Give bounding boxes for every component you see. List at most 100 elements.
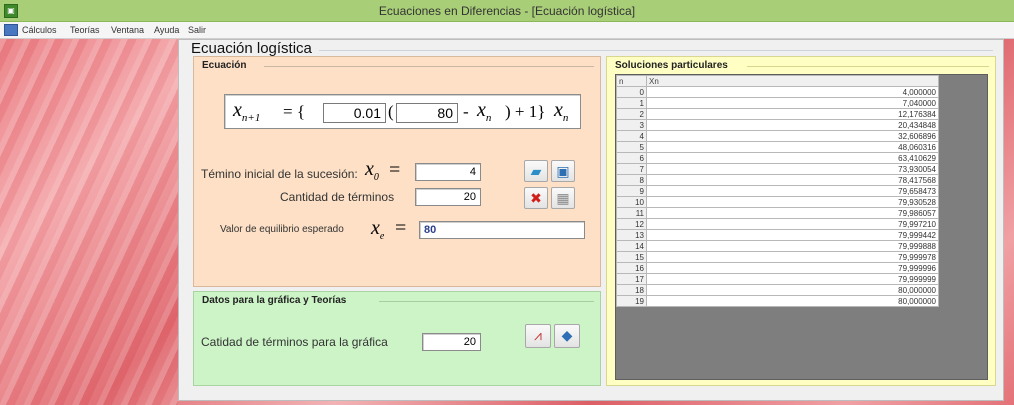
rate-input[interactable]: 0.01 [323,103,386,123]
table-row[interactable]: 0 4,000000 [616,86,939,98]
cell-n: 5 [616,141,647,153]
cell-xn: 20,434848 [646,119,939,131]
cell-n: 6 [616,152,647,164]
chart-icon[interactable]: ⩘ [525,324,551,348]
cell-n: 8 [616,174,647,186]
equation-minus: - [463,102,469,121]
cell-xn: 48,060316 [646,141,939,153]
menu-salir[interactable]: Salir [188,25,206,35]
table-row[interactable]: 13 79,999442 [616,229,939,241]
group-divider [264,66,594,67]
equilibrium-symbol: xe [371,217,385,242]
cell-xn: 7,040000 [646,97,939,109]
save-icon[interactable]: ▣ [551,160,575,182]
desktop-background [0,39,178,405]
cell-n: 18 [616,284,647,296]
equation-xn-factor: xn [554,99,569,124]
table-header-row: n Xn [616,75,939,87]
equilibrium-input[interactable]: 80 [419,221,585,239]
graph-data-group-label: Datos para la gráfica y Teorías [202,295,347,306]
group-divider [747,66,989,67]
table-row[interactable]: 5 48,060316 [616,141,939,153]
graph-terms-input[interactable]: 20 [422,333,481,351]
book-icon[interactable]: ◆ [554,324,580,348]
table-row[interactable]: 14 79,999888 [616,240,939,252]
cell-xn: 78,417568 [646,174,939,186]
menu-ayuda[interactable]: Ayuda [154,25,179,35]
cell-xn: 79,999442 [646,229,939,241]
delete-icon[interactable]: ✖ [524,187,548,209]
cell-xn: 79,999999 [646,273,939,285]
mdi-window-icon[interactable] [4,24,18,36]
equation-lhs: xn+1 [233,99,261,124]
capacity-input[interactable]: 80 [396,103,458,123]
cell-n: 19 [616,295,647,307]
table-row[interactable]: 19 80,000000 [616,295,939,307]
table-row[interactable]: 7 73,930054 [616,163,939,175]
equation-open-paren: ( [388,102,394,121]
open-folder-icon[interactable]: ▰ [524,160,548,182]
menu-ventana[interactable]: Ventana [111,25,144,35]
equation-equals: = { [283,102,305,121]
cell-n: 12 [616,218,647,230]
window-titlebar[interactable]: ▣ Ecuaciones en Diferencias - [Ecuación … [0,0,1014,22]
menu-bar: Cálculos Teorías Ventana Ayuda Salir [0,22,1014,39]
cell-n: 2 [616,108,647,120]
menu-teorias[interactable]: Teorías [70,25,100,35]
column-header-xn: Xn [646,75,939,87]
table-row[interactable]: 4 32,606896 [616,130,939,142]
equilibrium-equals: = [395,217,407,239]
window-title: Ecuaciones en Diferencias - [Ecuación lo… [378,4,636,18]
table-row[interactable]: 16 79,999996 [616,262,939,274]
graph-data-group: Datos para la gráfica y Teorías Catidad … [193,291,601,386]
table-row[interactable]: 8 78,417568 [616,174,939,186]
column-header-n: n [616,75,647,87]
cell-xn: 79,986057 [646,207,939,219]
menu-calculos[interactable]: Cálculos [22,25,57,35]
cell-xn: 32,606896 [646,130,939,142]
table-row[interactable]: 17 79,999999 [616,273,939,285]
cell-n: 16 [616,262,647,274]
table-row[interactable]: 3 20,434848 [616,119,939,131]
table-row[interactable]: 6 63,410629 [616,152,939,164]
cell-n: 0 [616,86,647,98]
initial-term-input[interactable]: 4 [415,163,481,181]
equation-xn: xn [477,99,492,124]
initial-term-symbol: x0 [365,158,379,183]
equation-group-label: Ecuación [202,60,247,71]
cell-n: 1 [616,97,647,109]
cell-xn: 63,410629 [646,152,939,164]
cell-xn: 79,999996 [646,262,939,274]
solutions-grid[interactable]: n Xn 0 4,000000 1 7,040000 2 12,176384 3 20,434… [615,74,988,380]
equilibrium-label: Valor de equilibrio esperado [220,224,344,235]
group-divider [379,301,594,302]
table-row[interactable]: 15 79,999978 [616,251,939,263]
cell-n: 13 [616,229,647,241]
cell-n: 3 [616,119,647,131]
table-row[interactable]: 12 79,997210 [616,218,939,230]
cell-xn: 79,930528 [646,196,939,208]
cell-n: 11 [616,207,647,219]
cell-xn: 80,000000 [646,284,939,296]
graph-terms-label: Catidad de términos para la gráfica [201,335,388,349]
cell-n: 15 [616,251,647,263]
table-row[interactable]: 9 79,658473 [616,185,939,197]
table-row[interactable]: 11 79,986057 [616,207,939,219]
cell-n: 14 [616,240,647,252]
cell-xn: 12,176384 [646,108,939,120]
cell-xn: 79,999888 [646,240,939,252]
title-divider [319,50,993,51]
solutions-table: n Xn 0 4,000000 1 7,040000 2 12,176384 3 20,434… [616,75,939,307]
cell-xn: 79,999978 [646,251,939,263]
particular-solutions-group: Soluciones particulares n Xn 0 4,000000 1 7… [606,56,996,386]
cell-xn: 73,930054 [646,163,939,175]
cell-n: 9 [616,185,647,197]
calculator-icon[interactable]: ▦ [551,187,575,209]
table-row[interactable]: 2 12,176384 [616,108,939,120]
cell-xn: 80,000000 [646,295,939,307]
table-row[interactable]: 10 79,930528 [616,196,939,208]
num-terms-input[interactable]: 20 [415,188,481,206]
table-row[interactable]: 1 7,040000 [616,97,939,109]
table-row[interactable]: 18 80,000000 [616,284,939,296]
initial-term-label: Témino inicial de la sucesión: [201,167,358,181]
